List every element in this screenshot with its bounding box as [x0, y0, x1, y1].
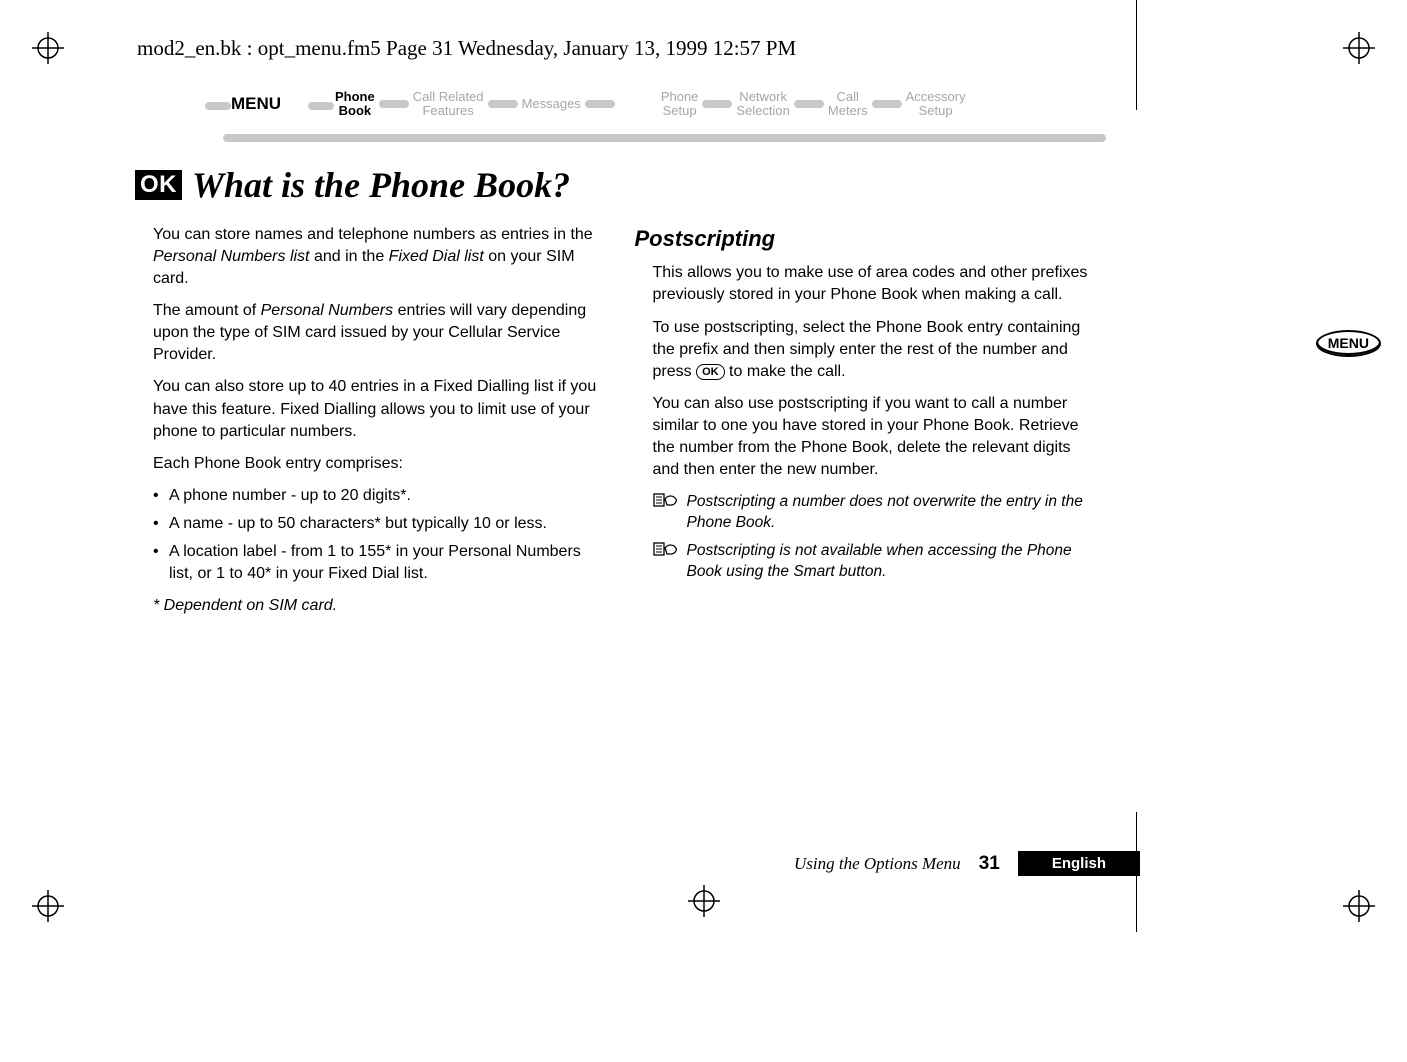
list-item: A name - up to 50 characters* but typica… [153, 513, 601, 535]
list-item: A phone number - up to 20 digits*. [153, 485, 601, 507]
menu-path-item-line2: Book [335, 104, 375, 118]
menu-path-connector [205, 102, 231, 110]
text-italic: Fixed Dial list [389, 248, 484, 265]
menu-path-item-line2: Setup [906, 104, 966, 118]
menu-path-item-line1: Network [736, 90, 789, 104]
list-item: A location label - from 1 to 155* in you… [153, 541, 601, 585]
menu-path-item-line1: Messages [522, 97, 581, 111]
footer-page-number: 31 [979, 853, 1000, 875]
running-header: mod2_en.bk : opt_menu.fm5 Page 31 Wednes… [137, 36, 796, 61]
text-italic: Personal Numbers list [153, 248, 310, 265]
menu-path-item-line2: Features [413, 104, 484, 118]
menu-path-connector [794, 100, 824, 108]
text: The amount of [153, 302, 261, 319]
menu-path-connector [702, 100, 732, 108]
footer-section-title: Using the Options Menu [794, 854, 961, 874]
paragraph: To use postscripting, select the Phone B… [653, 317, 1101, 383]
menu-path-item-accessory-setup: Accessory Setup [906, 90, 966, 119]
registration-mark-icon [688, 885, 720, 922]
side-tab-menu: MENU [1316, 330, 1381, 357]
menu-path-underline [223, 134, 1106, 142]
bullet-list: A phone number - up to 20 digits*. A nam… [135, 485, 601, 585]
note: Postscripting is not available when acce… [653, 540, 1101, 583]
menu-path-item-phone-setup: Phone Setup [661, 90, 699, 119]
menu-path-item-line2: Selection [736, 104, 789, 118]
right-column: Postscripting This allows you to make us… [635, 224, 1101, 627]
menu-path-item-line2: Setup [661, 104, 699, 118]
menu-path-item-line1: Accessory [906, 90, 966, 104]
menu-path-item-line1: Phone [335, 90, 375, 104]
menu-path: MENU Phone Book Call Related Features Me… [135, 88, 1100, 148]
page-title: What is the Phone Book? [192, 164, 570, 206]
text: to make the call. [725, 363, 846, 380]
paragraph: The amount of Personal Numbers entries w… [153, 300, 601, 366]
paragraph: Each Phone Book entry comprises: [153, 453, 601, 475]
registration-mark-icon [1343, 32, 1375, 64]
registration-mark-icon [1343, 890, 1375, 922]
paragraph: You can store names and telephone number… [153, 224, 601, 290]
menu-path-connector [585, 100, 615, 108]
page-footer: Using the Options Menu 31 English [135, 851, 1140, 876]
menu-path-item-call-meters: Call Meters [828, 90, 868, 119]
ok-badge-icon: OK [135, 170, 182, 200]
side-tab-menu-label: MENU [1316, 330, 1381, 357]
paragraph: This allows you to make use of area code… [653, 262, 1101, 306]
subheading-postscripting: Postscripting [635, 224, 1101, 254]
menu-path-item-line1: Call [828, 90, 868, 104]
paragraph: You can also use postscripting if you wa… [653, 393, 1101, 481]
ok-key-icon: OK [696, 364, 725, 380]
registration-mark-icon [32, 890, 64, 922]
menu-path-connector [488, 100, 518, 108]
menu-path-connector [379, 100, 409, 108]
footnote: * Dependent on SIM card. [153, 595, 601, 617]
menu-path-item-line1: Phone [661, 90, 699, 104]
note: Postscripting a number does not overwrit… [653, 491, 1101, 534]
text: You can store names and telephone number… [153, 226, 593, 243]
menu-path-item-line2: Meters [828, 104, 868, 118]
menu-path-connector [872, 100, 902, 108]
note-hand-icon [653, 540, 679, 583]
text: and in the [310, 248, 389, 265]
menu-path-connector [308, 102, 334, 110]
crop-line [1136, 0, 1137, 110]
paragraph: You can also store up to 40 entries in a… [153, 376, 601, 442]
left-column: You can store names and telephone number… [135, 224, 601, 627]
menu-path-item-call-related: Call Related Features [413, 90, 484, 119]
text-italic: Personal Numbers [261, 302, 394, 319]
footer-language-badge: English [1018, 851, 1140, 876]
note-hand-icon [653, 491, 679, 534]
menu-path-root: MENU [231, 94, 281, 114]
note-text: Postscripting is not available when acce… [687, 540, 1101, 583]
registration-mark-icon [32, 32, 64, 64]
menu-path-item-phone-book: Phone Book [335, 90, 375, 119]
menu-path-item-line1: Call Related [413, 90, 484, 104]
menu-path-item-messages: Messages [522, 97, 581, 111]
menu-path-item-network-selection: Network Selection [736, 90, 789, 119]
note-text: Postscripting a number does not overwrit… [687, 491, 1101, 534]
